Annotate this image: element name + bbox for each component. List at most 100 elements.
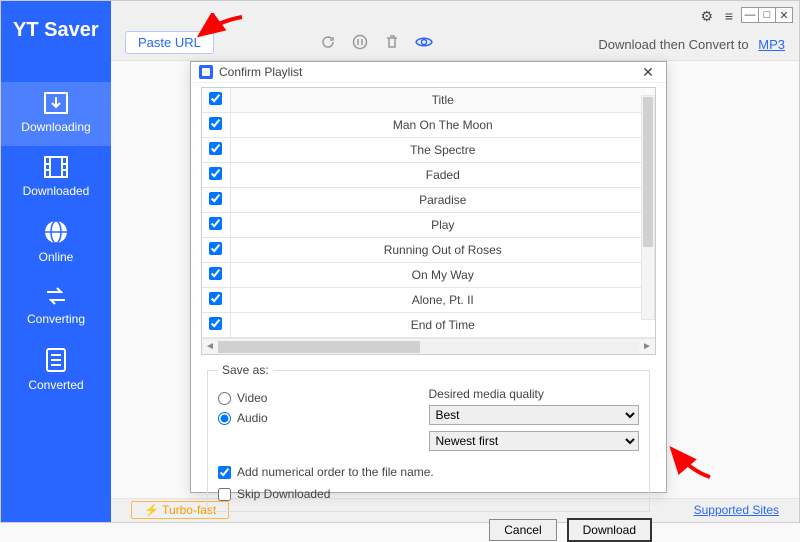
document-icon xyxy=(45,348,67,372)
pause-icon[interactable] xyxy=(351,33,369,51)
playlist-table-wrap: Title Man On The MoonThe SpectreFadedPar… xyxy=(201,87,656,355)
topbar: Paste URL ⚙ ≡ — □ ✕ Download then Conver… xyxy=(111,1,799,61)
row-title: The Spectre xyxy=(230,138,655,163)
annotation-arrow-icon xyxy=(666,441,716,481)
sidebar-item-downloaded[interactable]: Downloaded xyxy=(1,146,111,210)
refresh-icon[interactable] xyxy=(319,33,337,51)
row-title: Faded xyxy=(230,163,655,188)
window-controls: — □ ✕ xyxy=(742,7,793,23)
skip-row: Skip Downloaded xyxy=(218,487,639,501)
sidebar: YT Saver Downloading Downloaded Online C… xyxy=(1,1,111,522)
row-checkbox[interactable] xyxy=(209,242,222,255)
eye-icon[interactable] xyxy=(415,33,433,51)
numerical-checkbox[interactable] xyxy=(218,466,231,479)
save-as-legend: Save as: xyxy=(218,363,273,377)
playlist-table: Title Man On The MoonThe SpectreFadedPar… xyxy=(202,88,655,338)
row-checkbox-cell xyxy=(202,288,230,313)
audio-radio[interactable] xyxy=(218,412,231,425)
download-convert-label: Download then Convert to MP3 xyxy=(598,37,785,52)
row-checkbox[interactable] xyxy=(209,142,222,155)
globe-icon xyxy=(44,220,68,244)
supported-sites-link[interactable]: Supported Sites xyxy=(694,503,779,517)
row-checkbox[interactable] xyxy=(209,292,222,305)
app-icon xyxy=(199,65,213,79)
trash-icon[interactable] xyxy=(383,33,401,51)
table-row: Faded xyxy=(202,163,655,188)
table-header-row: Title xyxy=(202,88,655,113)
row-checkbox-cell xyxy=(202,138,230,163)
toolbar-icons xyxy=(319,33,433,51)
film-icon xyxy=(43,156,69,178)
row-checkbox-cell xyxy=(202,263,230,288)
scroll-track[interactable] xyxy=(218,341,639,353)
row-title: Alone, Pt. II xyxy=(230,288,655,313)
row-checkbox-cell xyxy=(202,113,230,138)
row-checkbox[interactable] xyxy=(209,267,222,280)
select-all-checkbox[interactable] xyxy=(209,92,222,105)
row-checkbox[interactable] xyxy=(209,117,222,130)
numerical-label: Add numerical order to the file name. xyxy=(237,465,434,479)
video-radio[interactable] xyxy=(218,392,231,405)
scroll-right-icon[interactable]: ► xyxy=(639,341,655,352)
quality-select[interactable]: Best xyxy=(429,405,639,425)
table-row: End of Time xyxy=(202,313,655,338)
row-checkbox-cell xyxy=(202,188,230,213)
audio-radio-row: Audio xyxy=(218,411,429,425)
horizontal-scrollbar[interactable]: ◄ ► xyxy=(202,338,655,354)
format-link[interactable]: MP3 xyxy=(758,37,785,52)
quality-label: Desired media quality xyxy=(429,387,640,401)
sidebar-item-converting[interactable]: Converting xyxy=(1,276,111,338)
menu-icon[interactable]: ≡ xyxy=(725,8,733,24)
close-icon[interactable]: ✕ xyxy=(638,62,658,82)
row-checkbox[interactable] xyxy=(209,192,222,205)
title-header: Title xyxy=(230,88,655,113)
row-checkbox-cell xyxy=(202,213,230,238)
vscroll-thumb[interactable] xyxy=(643,97,653,247)
maximize-button[interactable]: □ xyxy=(758,7,776,23)
dialog-title: Confirm Playlist xyxy=(219,65,638,79)
table-row: Running Out of Roses xyxy=(202,238,655,263)
row-checkbox[interactable] xyxy=(209,217,222,230)
row-title: Man On The Moon xyxy=(230,113,655,138)
row-title: End of Time xyxy=(230,313,655,338)
cancel-button[interactable]: Cancel xyxy=(489,519,556,541)
scroll-thumb[interactable] xyxy=(218,341,420,353)
nav: Downloading Downloaded Online Converting… xyxy=(1,82,111,404)
download-button[interactable]: Download xyxy=(567,518,652,542)
sidebar-item-online[interactable]: Online xyxy=(1,210,111,276)
order-select[interactable]: Newest first xyxy=(429,431,639,451)
skip-checkbox[interactable] xyxy=(218,488,231,501)
minimize-button[interactable]: — xyxy=(741,7,759,23)
app-logo: YT Saver xyxy=(1,1,111,42)
numerical-row: Add numerical order to the file name. xyxy=(218,465,639,479)
download-icon xyxy=(43,92,69,114)
row-title: Play xyxy=(230,213,655,238)
row-title: Running Out of Roses xyxy=(230,238,655,263)
close-button[interactable]: ✕ xyxy=(775,7,793,23)
table-row: Paradise xyxy=(202,188,655,213)
paste-url-button[interactable]: Paste URL xyxy=(125,31,214,54)
settings-icon[interactable]: ⚙ xyxy=(700,8,713,25)
sidebar-item-label: Online xyxy=(39,250,74,264)
options-panel: Save as: Video Audio Desired media quali… xyxy=(191,355,666,518)
skip-label: Skip Downloaded xyxy=(237,487,330,501)
sidebar-item-downloading[interactable]: Downloading xyxy=(1,82,111,146)
sidebar-item-label: Converted xyxy=(28,378,83,392)
video-label: Video xyxy=(237,391,267,405)
row-checkbox[interactable] xyxy=(209,167,222,180)
row-title: Paradise xyxy=(230,188,655,213)
confirm-playlist-dialog: Confirm Playlist ✕ Title Man On The Moon… xyxy=(190,61,667,493)
row-checkbox[interactable] xyxy=(209,317,222,330)
table-row: On My Way xyxy=(202,263,655,288)
video-radio-row: Video xyxy=(218,391,429,405)
sidebar-item-converted[interactable]: Converted xyxy=(1,338,111,404)
row-checkbox-cell xyxy=(202,313,230,338)
sidebar-item-label: Downloaded xyxy=(23,184,90,198)
row-checkbox-cell xyxy=(202,238,230,263)
table-row: Play xyxy=(202,213,655,238)
scroll-left-icon[interactable]: ◄ xyxy=(202,341,218,352)
table-row: Alone, Pt. II xyxy=(202,288,655,313)
select-all-cell xyxy=(202,88,230,113)
vertical-scrollbar[interactable] xyxy=(641,95,655,320)
dialog-footer: Cancel Download xyxy=(191,518,666,542)
